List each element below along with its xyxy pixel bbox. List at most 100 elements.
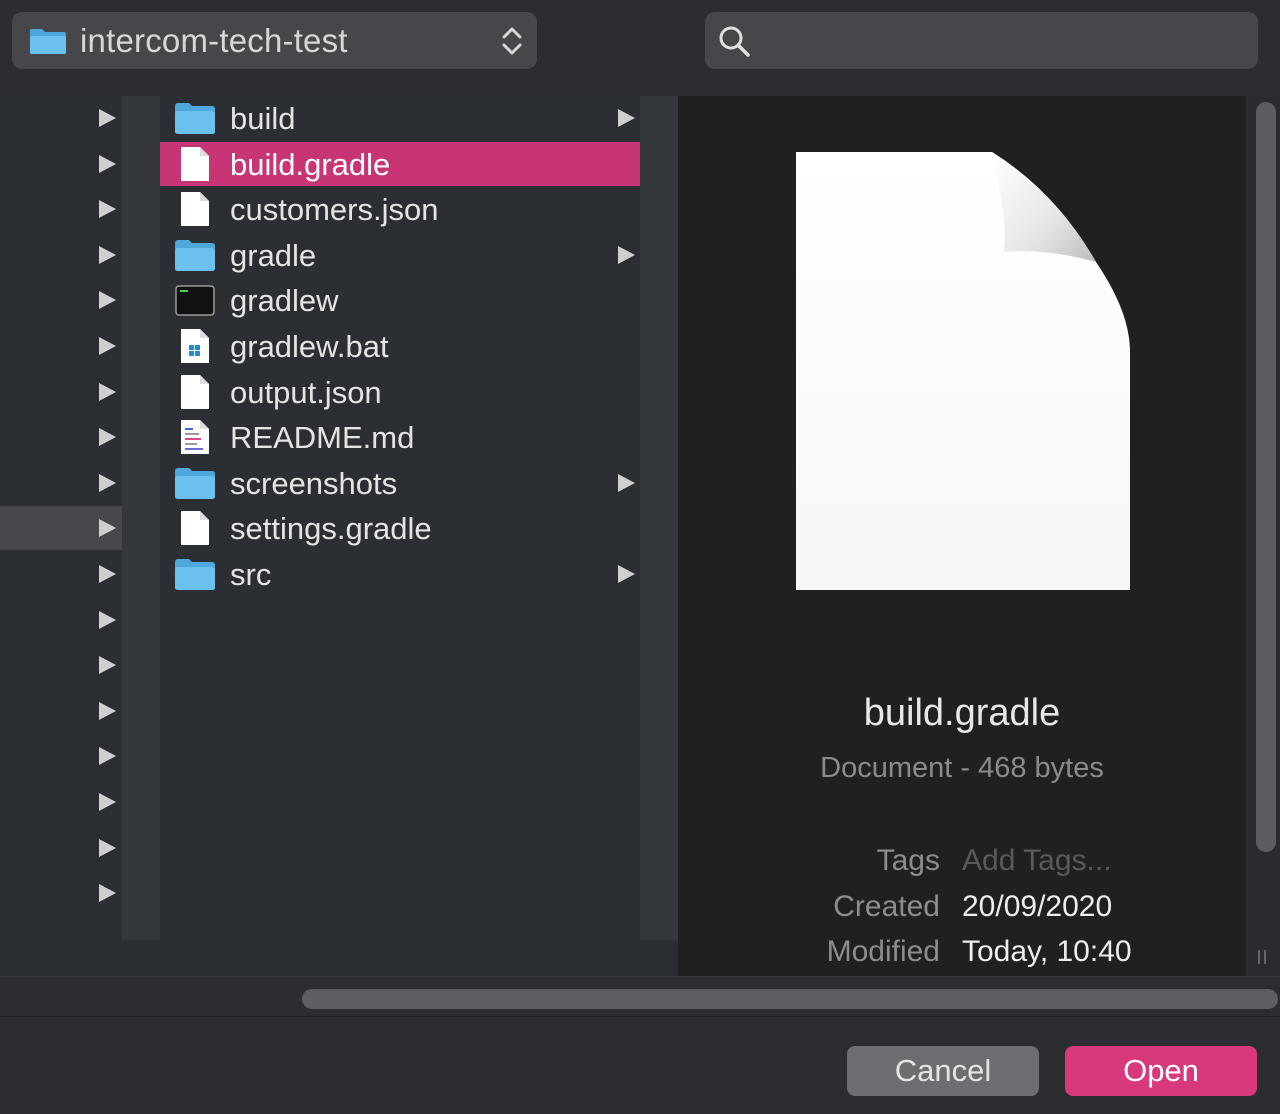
disclosure-triangle-icon (618, 109, 635, 127)
column-resize-handle[interactable] (1258, 950, 1274, 968)
disclosure-triangle-icon (99, 382, 116, 401)
column-divider[interactable] (640, 96, 678, 940)
metadata-key: Tags (876, 844, 940, 877)
file-row[interactable]: customers.json (160, 187, 640, 231)
file-row[interactable]: src (160, 552, 640, 596)
parent-column-row[interactable] (0, 187, 122, 231)
search-input[interactable] (761, 20, 1241, 60)
disclosure-triangle-icon (99, 519, 116, 538)
disclosure-triangle-icon (618, 565, 635, 583)
disclosure-triangle-icon (99, 109, 116, 127)
path-popup-button[interactable]: intercom-tech-test (12, 12, 537, 69)
file-name: build (230, 101, 296, 136)
disclosure-triangle-icon (99, 656, 116, 675)
add-tags-field[interactable]: Add Tags... (962, 844, 1112, 878)
metadata-key: Modified (826, 935, 940, 968)
file-list-column[interactable]: build build.gradle customers.json gradle gra… (160, 96, 640, 940)
file-row[interactable]: screenshots (160, 461, 640, 505)
search-field[interactable] (705, 12, 1258, 69)
file-row[interactable]: build (160, 96, 640, 140)
horizontal-scrollbar[interactable] (0, 976, 1280, 1016)
parent-column[interactable] (0, 96, 122, 940)
disclosure-triangle-icon (99, 428, 116, 447)
parent-column-row[interactable] (0, 506, 122, 551)
folder-icon (174, 100, 216, 136)
parent-column-row[interactable] (0, 415, 122, 459)
metadata-value: 20/09/2020 (962, 889, 1113, 923)
disclosure-triangle-icon (99, 291, 116, 310)
column-browser: build build.gradle customers.json gradle gra… (0, 96, 1280, 976)
disclosure-triangle-icon (99, 473, 116, 492)
search-icon (719, 26, 750, 57)
disclosure-triangle-icon (99, 701, 116, 720)
file-name: src (230, 557, 272, 592)
text-document-icon (174, 419, 216, 455)
file-name: customers.json (230, 192, 439, 228)
parent-column-row[interactable] (0, 643, 122, 687)
disclosure-triangle-icon (99, 565, 116, 583)
file-name: screenshots (230, 465, 398, 501)
windows-file-icon (174, 328, 216, 364)
file-row[interactable]: gradlew (160, 278, 640, 322)
metadata-row-modified: Modified Today, 10:40 (678, 935, 1246, 975)
parent-column-row[interactable] (0, 734, 122, 778)
metadata-key: Created (833, 889, 940, 923)
chevron-updown-icon (502, 27, 522, 55)
document-preview-icon (796, 152, 1130, 590)
dialog-footer: Cancel Open (0, 1016, 1280, 1114)
parent-column-row[interactable] (0, 780, 122, 824)
disclosure-triangle-icon (618, 245, 635, 264)
folder-icon (30, 28, 66, 54)
file-row[interactable]: gradle (160, 233, 640, 277)
file-name: gradlew.bat (230, 329, 389, 364)
cancel-button[interactable]: Cancel (847, 1046, 1039, 1096)
disclosure-triangle-icon (618, 473, 635, 492)
metadata-row-created: Created 20/09/2020 (678, 890, 1246, 930)
disclosure-triangle-icon (99, 838, 116, 857)
disclosure-triangle-icon (99, 245, 116, 264)
parent-column-row[interactable] (0, 324, 122, 368)
metadata-row-tags: Tags Add Tags... (678, 844, 1246, 884)
disclosure-triangle-icon (99, 793, 116, 811)
file-row[interactable]: settings.gradle (160, 506, 640, 550)
terminal-icon (174, 282, 216, 318)
file-name: output.json (230, 374, 382, 410)
parent-column-row[interactable] (0, 278, 122, 322)
disclosure-triangle-icon (99, 200, 116, 219)
folder-icon (174, 556, 216, 592)
parent-column-row[interactable] (0, 689, 122, 733)
preview-file-kind: Document - 468 bytes (820, 752, 1104, 784)
parent-column-row[interactable] (0, 370, 122, 414)
parent-column-row[interactable] (0, 142, 122, 186)
file-row[interactable]: gradlew.bat (160, 324, 640, 368)
disclosure-triangle-icon (99, 747, 116, 766)
file-row[interactable]: output.json (160, 370, 640, 414)
document-icon (174, 374, 216, 410)
file-row[interactable]: README.md (160, 415, 640, 459)
parent-column-row[interactable] (0, 233, 122, 277)
parent-column-row[interactable] (0, 96, 122, 140)
disclosure-triangle-icon (99, 884, 116, 903)
file-name: build.gradle (230, 146, 391, 182)
parent-column-row[interactable] (0, 871, 122, 915)
disclosure-triangle-icon (99, 154, 116, 173)
file-name: gradle (230, 237, 317, 273)
metadata-value: Today, 10:40 (962, 935, 1132, 968)
parent-column-row[interactable] (0, 598, 122, 642)
folder-icon (174, 237, 216, 273)
disclosure-triangle-icon (99, 337, 116, 355)
preview-file-name: build.gradle (863, 692, 1061, 734)
path-popup-label: intercom-tech-test (80, 21, 348, 59)
column-divider[interactable] (122, 96, 160, 940)
folder-icon (174, 465, 216, 501)
parent-column-row[interactable] (0, 826, 122, 870)
file-row[interactable]: build.gradle (160, 141, 640, 186)
parent-column-row[interactable] (0, 461, 122, 505)
horizontal-scroll-thumb[interactable] (302, 989, 1278, 1009)
file-name: README.md (230, 420, 415, 456)
document-icon (174, 510, 216, 546)
open-button[interactable]: Open (1065, 1046, 1257, 1096)
parent-column-row[interactable] (0, 552, 122, 596)
vertical-scroll-thumb[interactable] (1256, 102, 1276, 852)
file-name: gradlew (230, 283, 339, 319)
